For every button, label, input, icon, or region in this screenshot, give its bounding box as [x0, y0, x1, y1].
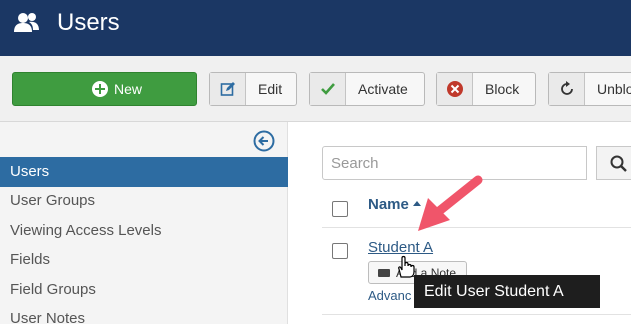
page-header: Users: [0, 0, 631, 56]
advanced-link[interactable]: Advanc: [368, 288, 411, 303]
select-all-checkbox[interactable]: [332, 201, 348, 217]
sidebar-item-field-groups[interactable]: Field Groups: [0, 275, 288, 305]
activate-button[interactable]: Activate: [309, 72, 425, 106]
toolbar: New Edit Activate Block Unblo: [0, 56, 631, 122]
user-name-link[interactable]: Student A: [368, 239, 433, 256]
search-input[interactable]: [322, 146, 587, 180]
sidebar: Users User Groups Viewing Access Levels …: [0, 122, 288, 324]
note-icon: [378, 269, 390, 277]
sidebar-item-user-groups[interactable]: User Groups: [0, 186, 288, 216]
page-title: Users: [57, 9, 120, 36]
row-checkbox[interactable]: [332, 243, 348, 259]
edit-icon: [210, 73, 246, 105]
new-button[interactable]: New: [12, 72, 197, 106]
collapse-sidebar-icon[interactable]: [253, 130, 275, 152]
sidebar-item-user-notes[interactable]: User Notes: [0, 304, 288, 324]
sidebar-item-viewing-access-levels[interactable]: Viewing Access Levels: [0, 216, 288, 246]
plus-circle-icon: [92, 81, 108, 97]
new-button-label: New: [114, 81, 143, 97]
edit-button-label: Edit: [258, 81, 283, 97]
block-button[interactable]: Block: [436, 72, 536, 106]
sidebar-item-users[interactable]: Users: [0, 157, 288, 187]
name-column-header[interactable]: Name: [368, 196, 421, 213]
refresh-icon: [549, 73, 585, 105]
search-icon: [610, 155, 627, 172]
unblock-button[interactable]: Unblo: [548, 72, 631, 106]
header-divider: [322, 227, 631, 228]
row-divider: [322, 314, 631, 315]
edit-user-tooltip: Edit User Student A: [414, 275, 600, 308]
search-button[interactable]: [596, 146, 631, 180]
users-icon: [14, 13, 39, 32]
sidebar-item-fields[interactable]: Fields: [0, 245, 288, 275]
name-column-label: Name: [368, 196, 409, 213]
block-icon: [437, 73, 473, 105]
activate-button-label: Activate: [358, 81, 408, 97]
unblock-button-label: Unblo: [597, 81, 631, 97]
checkmark-icon: [310, 73, 346, 105]
sort-ascending-icon: [412, 201, 421, 207]
edit-button[interactable]: Edit: [209, 72, 297, 106]
block-button-label: Block: [485, 81, 520, 97]
